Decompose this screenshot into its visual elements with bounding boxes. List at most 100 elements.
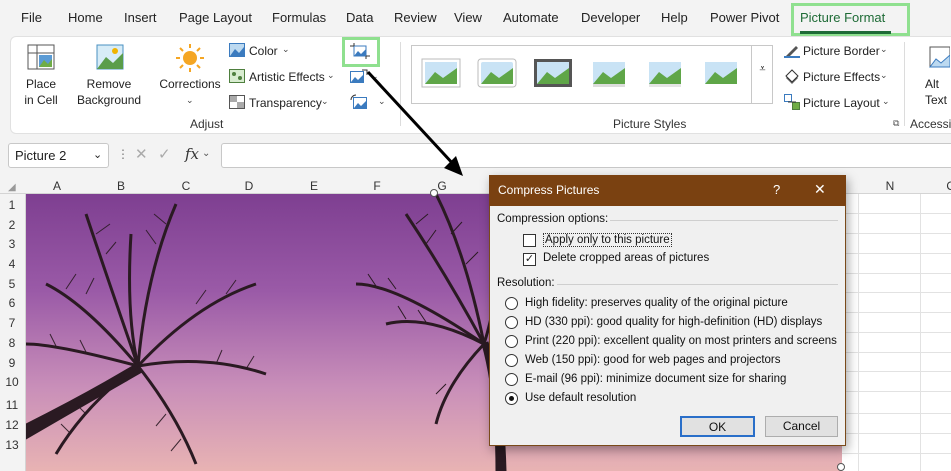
- picture-style-3[interactable]: [533, 58, 573, 91]
- picture-style-5[interactable]: [645, 58, 685, 91]
- resize-handle[interactable]: [430, 189, 438, 197]
- resolution-label: Resolution:: [497, 277, 555, 289]
- row-header[interactable]: 10: [0, 375, 24, 389]
- gridline: [840, 253, 951, 254]
- column-header-a[interactable]: A: [47, 179, 67, 193]
- row-header[interactable]: 12: [0, 418, 24, 432]
- place-in-cell-icon: [27, 44, 55, 70]
- resolution-radio-default[interactable]: [505, 392, 518, 405]
- tab-help[interactable]: Help: [661, 10, 688, 25]
- tab-file[interactable]: File: [21, 10, 42, 25]
- tab-review[interactable]: Review: [394, 10, 437, 25]
- tab-developer[interactable]: Developer: [581, 10, 640, 25]
- resolution-radio-web[interactable]: [505, 354, 518, 367]
- close-icon[interactable]: ✕: [814, 181, 826, 198]
- remove-background-icon: [95, 43, 125, 71]
- column-header-d[interactable]: D: [239, 179, 259, 193]
- tab-formulas[interactable]: Formulas: [272, 10, 326, 25]
- picture-style-4[interactable]: [589, 58, 629, 91]
- corrections-button[interactable]: Corrections: [158, 76, 222, 92]
- resolution-radio-hd[interactable]: [505, 316, 518, 329]
- color-button[interactable]: Color: [249, 44, 278, 58]
- row-header[interactable]: 9: [0, 356, 24, 370]
- row-header[interactable]: 13: [0, 438, 24, 452]
- cancel-button[interactable]: Cancel: [765, 416, 838, 437]
- tab-home[interactable]: Home: [68, 10, 103, 25]
- row-header[interactable]: 1: [0, 198, 24, 212]
- row-header[interactable]: 5: [0, 277, 24, 291]
- tab-page-layout[interactable]: Page Layout: [179, 10, 252, 25]
- dialog-launcher-icon[interactable]: ⧉: [893, 118, 899, 129]
- picture-layout-button[interactable]: Picture Layout: [803, 96, 880, 110]
- fieldset-divider: [557, 284, 838, 285]
- transparency-button[interactable]: Transparency: [249, 96, 322, 110]
- resolution-option-label[interactable]: Use default resolution: [525, 392, 636, 404]
- alt-text-button[interactable]: Alt Text: [925, 76, 951, 108]
- transparency-icon: [229, 95, 245, 109]
- column-header-o[interactable]: O: [941, 179, 951, 193]
- dialog-title: Compress Pictures: [498, 183, 600, 197]
- resolution-option-label[interactable]: Print (220 ppi): excellent quality on mo…: [525, 335, 837, 347]
- select-all-icon[interactable]: ◢: [8, 182, 16, 193]
- row-header[interactable]: 2: [0, 218, 24, 232]
- apply-only-checkbox[interactable]: [523, 234, 536, 247]
- row-header[interactable]: 6: [0, 296, 24, 310]
- delete-cropped-label[interactable]: Delete cropped areas of pictures: [543, 252, 709, 264]
- picture-effects-button[interactable]: Picture Effects: [803, 70, 880, 84]
- formula-input[interactable]: [221, 143, 951, 168]
- cancel-entry-icon[interactable]: ✕: [135, 145, 148, 163]
- column-header-f[interactable]: F: [367, 179, 387, 193]
- tab-view[interactable]: View: [454, 10, 482, 25]
- fx-chevron-icon: ⌄: [202, 148, 211, 159]
- resolution-option-label[interactable]: Web (150 ppi): good for web pages and pr…: [525, 354, 781, 366]
- name-box[interactable]: Picture 2 ⌄: [8, 143, 109, 168]
- name-box-chevron-icon[interactable]: ⌄: [93, 148, 102, 161]
- resolution-radio-print[interactable]: [505, 335, 518, 348]
- compression-options-label: Compression options:: [497, 213, 609, 225]
- resolution-option-label[interactable]: High fidelity: preserves quality of the …: [525, 297, 788, 309]
- row-header[interactable]: 4: [0, 257, 24, 271]
- picture-effects-chevron-icon: ⌄: [880, 70, 888, 80]
- tab-automate[interactable]: Automate: [503, 10, 559, 25]
- corrections-chevron-icon: ⌄: [186, 95, 194, 105]
- resolution-option-label[interactable]: HD (330 ppi): good quality for high-defi…: [525, 316, 822, 328]
- ok-button[interactable]: OK: [680, 416, 755, 437]
- column-header-c[interactable]: C: [176, 179, 196, 193]
- tab-insert[interactable]: Insert: [124, 10, 157, 25]
- place-in-cell-button[interactable]: Place in Cell: [18, 76, 64, 108]
- resize-handle[interactable]: [837, 463, 845, 471]
- row-header[interactable]: 8: [0, 336, 24, 350]
- artistic-effects-chevron-icon: ⌄: [327, 70, 335, 80]
- resolution-option-label[interactable]: E-mail (96 ppi): minimize document size …: [525, 373, 786, 385]
- gridline: [840, 391, 951, 392]
- resolution-radio-high-fidelity[interactable]: [505, 297, 518, 310]
- row-header[interactable]: 3: [0, 237, 24, 251]
- column-header-n[interactable]: N: [880, 179, 900, 193]
- row-header[interactable]: 11: [0, 398, 24, 412]
- artistic-effects-button[interactable]: Artistic Effects: [249, 70, 325, 84]
- remove-background-button[interactable]: Remove Background: [77, 76, 141, 108]
- picture-style-6[interactable]: [701, 58, 741, 91]
- column-header-e[interactable]: E: [304, 179, 324, 193]
- tab-picture-format[interactable]: Picture Format: [800, 10, 885, 25]
- delete-cropped-checkbox[interactable]: ✓: [523, 253, 536, 266]
- column-header-b[interactable]: B: [111, 179, 131, 193]
- gallery-more-button[interactable]: ⩡: [751, 45, 773, 104]
- tab-data[interactable]: Data: [346, 10, 373, 25]
- row-header[interactable]: 7: [0, 316, 24, 330]
- corrections-icon: [175, 43, 205, 73]
- more-options-icon[interactable]: ⋮: [117, 147, 129, 161]
- resolution-radio-email[interactable]: [505, 373, 518, 386]
- picture-border-button[interactable]: Picture Border: [803, 44, 880, 58]
- compress-pictures-icon[interactable]: [350, 43, 370, 59]
- apply-only-label[interactable]: Apply only to this picture: [543, 233, 672, 247]
- picture-border-icon: [784, 42, 800, 58]
- tab-power-pivot[interactable]: Power Pivot: [710, 10, 779, 25]
- confirm-entry-icon[interactable]: ✓: [158, 145, 171, 163]
- insert-function-icon[interactable]: fx: [185, 145, 199, 163]
- help-icon[interactable]: ?: [773, 182, 780, 197]
- picture-border-chevron-icon: ⌄: [880, 44, 888, 54]
- picture-style-2[interactable]: [477, 58, 517, 91]
- gridline: [840, 273, 951, 274]
- color-chevron-icon: ⌄: [282, 44, 290, 54]
